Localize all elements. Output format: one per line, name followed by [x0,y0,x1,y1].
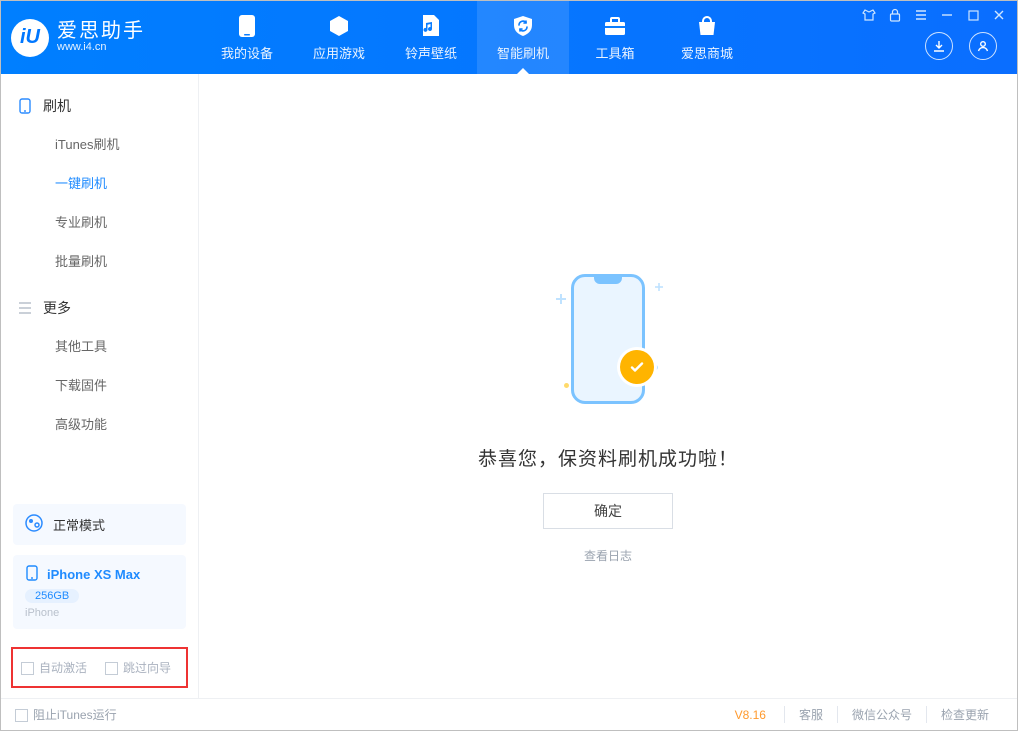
download-icon[interactable] [925,32,953,60]
music-file-icon [417,13,445,39]
device-storage-badge: 256GB [25,589,79,603]
skip-guide-label: 跳过向导 [123,661,171,675]
sidebar-header-label: 刷机 [43,96,71,116]
sidebar-item-batch[interactable]: 批量刷机 [1,241,198,280]
device-name: iPhone XS Max [47,567,140,582]
nav-ringtones[interactable]: 铃声壁纸 [385,1,477,74]
nav-flash[interactable]: 智能刷机 [477,1,569,74]
nav-label: 我的设备 [221,43,273,62]
view-log-link[interactable]: 查看日志 [584,547,632,564]
skip-guide-checkbox[interactable]: 跳过向导 [105,659,171,676]
sidebar-item-pro[interactable]: 专业刷机 [1,202,198,241]
ok-button[interactable]: 确定 [543,493,673,529]
sparkle-icon [556,294,566,304]
dot-icon [564,383,569,388]
main-nav: 我的设备 应用游戏 铃声壁纸 智能刷机 工具箱 爱思商城 [201,1,753,74]
phone-icon [233,13,261,39]
sidebar-item-firmware[interactable]: 下载固件 [1,365,198,404]
nav-label: 工具箱 [595,43,634,62]
nav-toolbox[interactable]: 工具箱 [569,1,661,74]
mode-icon [25,514,43,535]
auto-activate-label: 自动激活 [39,661,87,675]
success-illustration [528,264,688,414]
toolbox-icon [601,13,629,39]
device-mode-card[interactable]: 正常模式 [13,504,186,545]
sidebar-header-label: 更多 [43,298,71,318]
lock-icon[interactable] [887,7,903,23]
checkmark-badge-icon [620,350,654,384]
app-title-block: 爱思助手 www.i4.cn [57,21,145,54]
list-icon [17,300,33,316]
logo-icon: iU [11,19,49,57]
close-icon[interactable] [991,7,1007,23]
maximize-icon[interactable] [965,7,981,23]
nav-label: 铃声壁纸 [405,43,457,62]
shirt-icon[interactable] [861,7,877,23]
cube-icon [325,13,353,39]
footer-left: 阻止iTunes运行 [15,706,117,723]
support-link[interactable]: 客服 [784,706,837,723]
flash-options-highlight: 自动激活 跳过向导 [11,647,188,688]
device-name-row: iPhone XS Max [25,565,174,584]
refresh-shield-icon [509,13,537,39]
version-label: V8.16 [735,708,766,722]
nav-label: 爱思商城 [681,43,733,62]
device-mode-label: 正常模式 [53,515,105,534]
sidebar-item-itunes[interactable]: iTunes刷机 [1,124,198,163]
auto-activate-checkbox[interactable]: 自动激活 [21,659,87,676]
sidebar-scroll: 刷机 iTunes刷机 一键刷机 专业刷机 批量刷机 更多 其他工具 下载固件 … [1,74,198,494]
statusbar: 阻止iTunes运行 V8.16 客服 微信公众号 检查更新 [1,698,1017,730]
minimize-icon[interactable] [939,7,955,23]
header-actions [925,32,997,60]
block-itunes-label: 阻止iTunes运行 [33,708,117,722]
nav-label: 智能刷机 [497,43,549,62]
sidebar: 刷机 iTunes刷机 一键刷机 专业刷机 批量刷机 更多 其他工具 下载固件 … [1,74,199,698]
device-type: iPhone [25,607,174,619]
nav-apps[interactable]: 应用游戏 [293,1,385,74]
wechat-link[interactable]: 微信公众号 [837,706,926,723]
block-itunes-checkbox[interactable]: 阻止iTunes运行 [15,706,117,723]
app-title: 爱思助手 [57,21,145,41]
main-content: 恭喜您，保资料刷机成功啦！ 确定 查看日志 [199,74,1017,698]
body: 刷机 iTunes刷机 一键刷机 专业刷机 批量刷机 更多 其他工具 下载固件 … [1,74,1017,698]
sidebar-header-flash[interactable]: 刷机 [1,88,198,124]
sparkle-icon [655,283,663,291]
window-controls [861,7,1007,23]
sidebar-item-other[interactable]: 其他工具 [1,326,198,365]
phone-small-icon [25,565,39,584]
bag-icon [693,13,721,39]
phone-outline-icon [571,274,645,404]
menu-icon[interactable] [913,7,929,23]
sidebar-header-more[interactable]: 更多 [1,290,198,326]
nav-label: 应用游戏 [313,43,365,62]
footer-right: V8.16 客服 微信公众号 检查更新 [735,706,1003,723]
check-update-link[interactable]: 检查更新 [926,706,1003,723]
app-logo: iU 爱思助手 www.i4.cn [11,19,181,57]
nav-device[interactable]: 我的设备 [201,1,293,74]
device-icon [17,98,33,114]
nav-store[interactable]: 爱思商城 [661,1,753,74]
app-url: www.i4.cn [57,41,145,54]
success-message: 恭喜您，保资料刷机成功啦！ [478,444,738,471]
device-card[interactable]: iPhone XS Max 256GB iPhone [13,555,186,629]
user-icon[interactable] [969,32,997,60]
titlebar: iU 爱思助手 www.i4.cn 我的设备 应用游戏 铃声壁纸 智能刷机 工具… [1,1,1017,74]
sidebar-item-oneclick[interactable]: 一键刷机 [1,163,198,202]
sidebar-item-advanced[interactable]: 高级功能 [1,404,198,443]
success-panel: 恭喜您，保资料刷机成功啦！ 确定 查看日志 [199,264,1017,564]
